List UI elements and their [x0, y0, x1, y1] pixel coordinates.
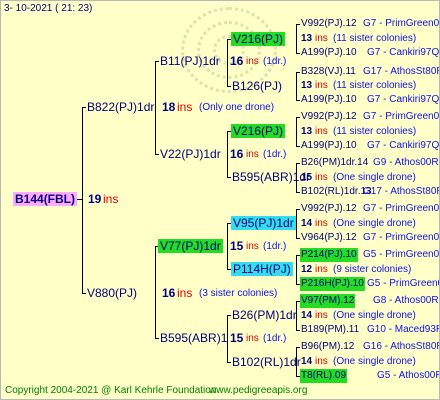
gen4-info: G7 - PrimGreen00 [363, 111, 440, 122]
gen4-count: 13 [301, 33, 313, 44]
gen4-ins: ins [315, 172, 328, 183]
gen2-queen[interactable]: B11(PJ)1dr [160, 54, 220, 68]
gen4-queen[interactable]: V964(PJ).12 [301, 231, 357, 245]
gen4-info: G17 - AthosSt80R [363, 66, 440, 77]
gen4-queen[interactable]: B189(PM).11 [301, 323, 359, 337]
gen4-queen[interactable]: B96(PM).12 [301, 340, 354, 354]
gen2-note: (1dr.) [263, 241, 287, 252]
gen4-info: G5 - PrimGreen00 [363, 249, 440, 260]
gen3-queen[interactable]: B595(ABR)1dr [232, 170, 310, 184]
gen4-queen[interactable]: P216H(PJ).10 [300, 277, 365, 291]
gen4-count: 12 [301, 264, 313, 275]
copyright-text: Copyright 2004-2021 @ Karl Kehrle Founda… [5, 385, 217, 396]
gen2-note: (1dr.) [263, 149, 287, 160]
gen4-count: 13 [301, 126, 313, 137]
root-queen[interactable]: B144(FBL) [13, 192, 78, 206]
gen4-ins: ins [315, 356, 328, 367]
gen4-note: (One single drone) [333, 218, 416, 229]
gen4-info: G5 - PrimGreen00 [367, 278, 439, 289]
gen4-ins: ins [315, 264, 328, 275]
gen4-count: 14 [301, 356, 313, 367]
gen4-ins: ins [315, 218, 328, 229]
print-date: 3- 10-2021 ( 21: 23) [4, 3, 93, 14]
gen4-note: (11 sister colonies) [333, 80, 417, 91]
gen1-count: 18 [162, 100, 176, 114]
gen2-count: 15 [230, 239, 244, 253]
gen2-note: (1dr.) [263, 56, 287, 67]
gen3-queen[interactable]: V216(PJ) [231, 32, 286, 46]
gen4-queen[interactable]: P214(PJ).10 [300, 248, 358, 262]
gen4-count: 15 [301, 172, 313, 183]
gen4-queen[interactable]: B328(VJ).11 [301, 65, 356, 79]
root-count: 19 [88, 192, 102, 206]
gen4-queen[interactable]: V992(PJ).12 [301, 17, 357, 31]
root-ins: ins [103, 192, 119, 206]
gen2-count: 16 [230, 54, 244, 68]
gen4-queen[interactable]: V992(PJ).12 [301, 202, 357, 216]
gen4-queen[interactable]: B102(RL)1dr.13 [301, 185, 372, 199]
gen4-note: (One single drone) [333, 356, 416, 367]
gen1-queen[interactable]: V880(PJ) [87, 286, 137, 300]
gen4-note: (11 sister colonies) [333, 33, 417, 44]
gen4-info: G7 - Cankiri97Q [367, 94, 440, 105]
gen4-info: G5 - Athos00R [377, 370, 440, 381]
gen2-ins: ins [246, 149, 259, 160]
gen1-queen[interactable]: B822(PJ)1dr [87, 100, 154, 114]
gen2-count: 15 [230, 331, 244, 345]
gen4-ins: ins [315, 126, 328, 137]
gen4-info: G7 - Cankiri97Q [367, 140, 440, 151]
site-link[interactable]: www.pedigreeapis.org [209, 384, 307, 398]
gen2-ins: ins [246, 333, 259, 344]
gen4-queen[interactable]: V992(PJ).12 [301, 110, 357, 124]
gen3-queen[interactable]: B102(RL)1dr [232, 355, 301, 369]
gen4-note: (11 sister colonies) [333, 126, 417, 137]
gen3-queen[interactable]: B26(PM)1dr [232, 308, 297, 322]
gen4-info: G7 - PrimGreen00 [363, 18, 440, 29]
gen2-ins: ins [246, 241, 259, 252]
gen4-info: G10 - Maced93R [367, 324, 440, 335]
gen4-ins: ins [315, 33, 328, 44]
gen1-note: (Only one drone) [199, 102, 275, 113]
gen4-info: G17 - AthosSt80R [363, 186, 440, 197]
gen4-count: 14 [301, 310, 313, 321]
gen4-count: 14 [301, 218, 313, 229]
gen4-ins: ins [315, 310, 328, 321]
gen3-queen[interactable]: P114H(PJ) [231, 262, 293, 276]
gen4-queen[interactable]: A199(PJ).10 [301, 46, 357, 60]
pedigree-chart: 3- 10-2021 ( 21: 23) B144(FBL) 19 ins B8… [0, 0, 440, 400]
gen4-info: G7 - PrimGreen00 [363, 203, 440, 214]
gen4-queen[interactable]: T8(RL).09 [300, 369, 348, 383]
gen4-ins: ins [315, 80, 328, 91]
gen2-note: (1dr.) [263, 333, 287, 344]
gen4-note: (9 sister colonies) [333, 264, 412, 275]
gen2-queen[interactable]: B595(ABR)1 [160, 331, 227, 345]
gen2-count: 16 [230, 147, 244, 161]
gen3-queen[interactable]: V95(PJ)1dr [231, 216, 296, 230]
gen4-queen[interactable]: A199(PJ).10 [301, 93, 357, 107]
gen1-ins: ins [177, 286, 193, 300]
gen4-queen[interactable]: A199(PJ).10 [301, 139, 357, 153]
gen4-info: G9 - Athos00R [373, 157, 439, 168]
gen4-info: G7 - Cankiri97Q [367, 47, 440, 58]
gen3-queen[interactable]: B126(PJ) [232, 79, 282, 93]
gen4-queen[interactable]: B26(PM)1dr.14 [301, 156, 368, 170]
gen2-queen[interactable]: V77(PJ)1dr [158, 239, 223, 253]
gen4-info: G7 - PrimGreen00 [363, 232, 440, 243]
gen3-queen[interactable]: V216(PJ) [231, 124, 286, 138]
gen1-ins: ins [177, 100, 193, 114]
gen4-note: (One single drone) [333, 310, 416, 321]
gen4-info: G16 - AthosSt80R [363, 341, 440, 352]
gen4-queen[interactable]: V97(PM).12 [300, 294, 356, 308]
gen4-count: 13 [301, 80, 313, 91]
gen4-info: G8 - Athos00R [373, 295, 439, 306]
gen1-count: 16 [162, 286, 176, 300]
gen1-note: (3 sister colonies) [199, 288, 278, 299]
gen4-note: (One single drone) [333, 172, 416, 183]
gen2-ins: ins [246, 56, 259, 67]
gen2-queen[interactable]: V22(PJ)1dr [160, 147, 221, 161]
